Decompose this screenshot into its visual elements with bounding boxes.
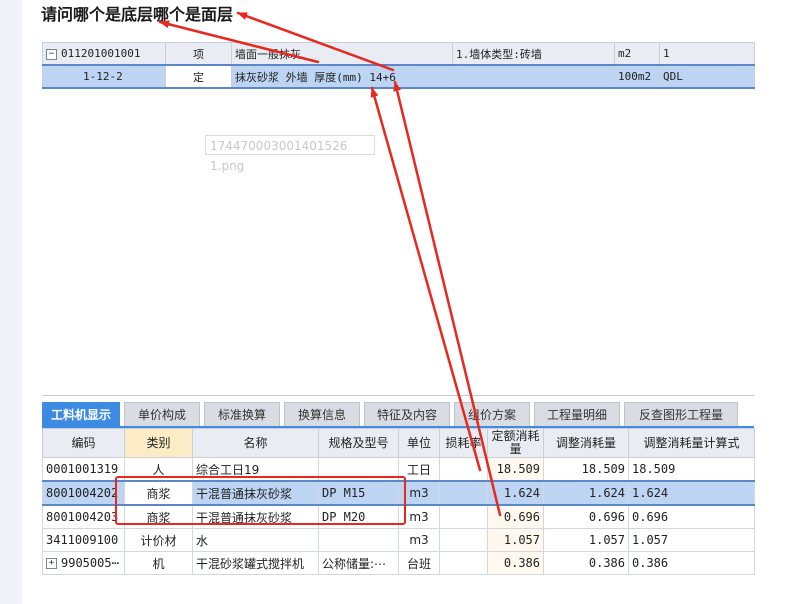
row-spec xyxy=(318,457,399,482)
row-formula: 0.696 xyxy=(628,504,755,529)
tab-features[interactable]: 特征及内容 xyxy=(364,402,450,426)
row-adjusted: 18.509 xyxy=(543,457,629,482)
header-loss-rate[interactable]: 损耗率 xyxy=(439,428,488,458)
left-panel-strip xyxy=(0,0,22,604)
row-type: 商浆 xyxy=(124,504,193,529)
row-loss xyxy=(439,504,488,529)
row-quota: 1.057 xyxy=(487,528,544,552)
row-name: 水 xyxy=(192,528,319,552)
expand-icon[interactable]: + xyxy=(46,558,57,569)
row-loss xyxy=(439,528,488,552)
row-code: 3411009100 xyxy=(42,528,125,552)
tab-standard-conversion[interactable]: 标准换算 xyxy=(204,402,280,426)
row-adjusted: 0.696 xyxy=(543,504,629,529)
bill-item-type: 项 xyxy=(165,42,232,66)
table-header-row: 编码 类别 名称 规格及型号 单位 损耗率 定额消耗量 调整消耗量 调整消耗量计… xyxy=(42,428,755,458)
row-name: 干混普通抹灰砂浆 xyxy=(192,504,319,529)
header-spec[interactable]: 规格及型号 xyxy=(318,428,399,458)
table-row-selected[interactable]: 8001004202 商浆 干混普通抹灰砂浆 DP M15 m3 1.624 1… xyxy=(42,480,755,506)
header-type[interactable]: 类别 xyxy=(124,428,193,458)
row-spec: 公称储量:⋯ xyxy=(318,551,399,575)
row-unit: m3 xyxy=(398,528,440,552)
quota-row-selected[interactable]: 1-12-2 定 抹灰砂浆 外墙 厚度(mm) 14+6 100m2 QDL xyxy=(42,64,755,89)
header-quota-consumption[interactable]: 定额消耗量 xyxy=(487,428,544,458)
row-formula: 18.509 xyxy=(628,457,755,482)
bill-item-code: 011201001001 xyxy=(61,47,141,60)
row-formula: 1.057 xyxy=(628,528,755,552)
bill-item-qty: 1 xyxy=(659,42,755,66)
header-adjusted-consumption[interactable]: 调整消耗量 xyxy=(543,428,629,458)
tab-labor-material[interactable]: 工料机显示 xyxy=(42,402,120,426)
row-quota: 0.696 xyxy=(487,504,544,529)
row-code-cell: +9905005⋯ xyxy=(42,551,125,575)
quota-unit: 100m2 xyxy=(614,64,660,89)
row-loss xyxy=(439,457,488,482)
row-type: 计价材 xyxy=(124,528,193,552)
row-spec xyxy=(318,528,399,552)
panel-divider[interactable] xyxy=(42,395,754,396)
detail-tabs: 工料机显示 单价构成 标准换算 换算信息 特征及内容 组价方案 工程量明细 反查… xyxy=(42,402,754,426)
row-type: 机 xyxy=(124,551,193,575)
row-unit: 工日 xyxy=(398,457,440,482)
row-quota: 0.386 xyxy=(487,551,544,575)
row-formula: 0.386 xyxy=(628,551,755,575)
question-title: 请问哪个是底层哪个是面层 xyxy=(41,5,234,24)
row-code: 0001001319 xyxy=(42,457,125,482)
collapse-icon[interactable]: − xyxy=(46,48,57,60)
tab-reverse-lookup[interactable]: 反查图形工程量 xyxy=(624,402,738,426)
tab-conversion-info[interactable]: 换算信息 xyxy=(284,402,360,426)
row-spec: DP M20 xyxy=(318,504,399,529)
image-filename-watermark: 174470003001401526​1.png xyxy=(205,135,375,173)
row-spec: DP M15 xyxy=(318,480,399,506)
row-loss xyxy=(439,551,488,575)
row-code: 8001004202 xyxy=(42,480,125,506)
bill-items-table: −011201001001 项 墙面一般抹灰 1.墙体类型:砖墙 m2 1 1-… xyxy=(42,42,755,89)
row-type: 人 xyxy=(124,457,193,482)
table-row[interactable]: 8001004203 商浆 干混普通抹灰砂浆 DP M20 m3 0.696 0… xyxy=(42,504,755,529)
quota-feature xyxy=(452,64,615,89)
row-type[interactable]: 商浆 xyxy=(124,480,193,506)
row-unit: m3 xyxy=(398,480,440,506)
header-code[interactable]: 编码 xyxy=(42,428,125,458)
row-code: 8001004203 xyxy=(42,504,125,529)
row-name: 综合工日19 xyxy=(192,457,319,482)
bill-item-feature: 1.墙体类型:砖墙 xyxy=(452,42,615,66)
row-formula: 1.624 xyxy=(628,480,755,506)
table-row[interactable]: 0001001319 人 综合工日19 工日 18.509 18.509 18.… xyxy=(42,457,755,482)
bill-item-code-cell: −011201001001 xyxy=(42,42,166,66)
header-unit[interactable]: 单位 xyxy=(398,428,440,458)
tab-pricing-scheme[interactable]: 组价方案 xyxy=(454,402,530,426)
row-loss xyxy=(439,480,488,506)
row-name: 干混砂浆罐式搅拌机 xyxy=(192,551,319,575)
row-name: 干混普通抹灰砂浆 xyxy=(192,480,319,506)
header-name[interactable]: 名称 xyxy=(192,428,319,458)
row-adjusted: 0.386 xyxy=(543,551,629,575)
table-row[interactable]: 3411009100 计价材 水 m3 1.057 1.057 1.057 xyxy=(42,528,755,552)
bill-item-row[interactable]: −011201001001 项 墙面一般抹灰 1.墙体类型:砖墙 m2 1 xyxy=(42,42,755,66)
table-row[interactable]: +9905005⋯ 机 干混砂浆罐式搅拌机 公称储量:⋯ 台班 0.386 0.… xyxy=(42,551,755,575)
quota-name: 抹灰砂浆 外墙 厚度(mm) 14+6 xyxy=(231,64,453,89)
bill-item-name: 墙面一般抹灰 xyxy=(231,42,453,66)
row-code: 9905005⋯ xyxy=(61,556,119,570)
quota-code: 1-12-2 xyxy=(42,64,166,89)
row-adjusted: 1.057 xyxy=(543,528,629,552)
row-unit: 台班 xyxy=(398,551,440,575)
row-quota: 18.509 xyxy=(487,457,544,482)
tab-quantity-detail[interactable]: 工程量明细 xyxy=(534,402,620,426)
quota-qty: QDL xyxy=(659,64,755,89)
tab-unit-price[interactable]: 单价构成 xyxy=(124,402,200,426)
row-adjusted: 1.624 xyxy=(543,480,629,506)
quota-type[interactable]: 定 xyxy=(165,64,232,89)
header-adjusted-formula[interactable]: 调整消耗量计算式 xyxy=(628,428,755,458)
bill-item-unit: m2 xyxy=(614,42,660,66)
row-quota: 1.624 xyxy=(487,480,544,506)
labor-material-table: 编码 类别 名称 规格及型号 单位 损耗率 定额消耗量 调整消耗量 调整消耗量计… xyxy=(42,428,755,575)
row-unit: m3 xyxy=(398,504,440,529)
